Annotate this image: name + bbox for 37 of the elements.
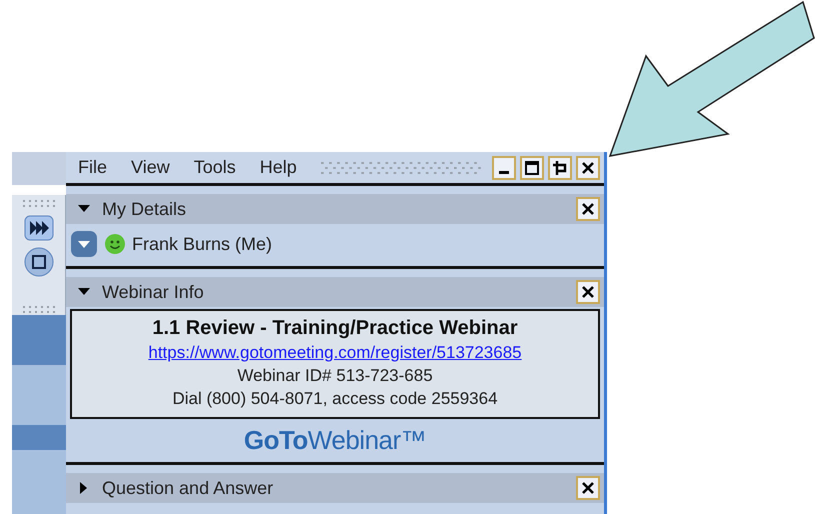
undock-button[interactable] (548, 156, 572, 180)
close-button[interactable] (576, 280, 600, 304)
close-icon (582, 286, 594, 298)
webinar-info-header[interactable]: Webinar Info (66, 277, 604, 307)
webinar-title: 1.1 Review - Training/Practice Webinar (152, 317, 518, 340)
attendee-name: Frank Burns (Me) (132, 234, 272, 254)
close-button[interactable] (576, 197, 600, 221)
grip-icon[interactable] (320, 160, 482, 176)
close-icon (582, 162, 594, 174)
close-icon (582, 203, 594, 215)
dropdown-button-icon[interactable] (70, 230, 98, 258)
my-details-header[interactable]: My Details (66, 194, 604, 224)
undock-icon (553, 160, 567, 174)
menu-item[interactable]: File (78, 157, 108, 178)
maximize-button[interactable] (520, 156, 544, 180)
menu-item[interactable]: Help (260, 157, 297, 178)
menu-item[interactable]: View (131, 157, 170, 178)
close-button[interactable] (576, 156, 600, 180)
fast-forward-icon[interactable] (24, 215, 54, 241)
question-answer-header[interactable]: Question and Answer (66, 473, 604, 503)
close-button[interactable] (576, 476, 600, 500)
grip-icon[interactable] (20, 199, 56, 209)
dial-in-info: Dial (800) 504-8071, access code 2559364 (172, 389, 498, 409)
smiley-icon (104, 233, 126, 255)
maximize-icon (525, 160, 539, 174)
minimize-button[interactable] (492, 156, 516, 180)
section-title: My Details (102, 198, 188, 220)
menu-item[interactable]: Tools (194, 157, 236, 178)
registration-link[interactable]: https://www.gotomeeting.com/register/513723685 (148, 343, 522, 363)
gotowebinar-logo: GoToWebinar™ (242, 424, 428, 457)
section-title: Webinar Info (102, 282, 205, 302)
grip-icon[interactable] (20, 305, 56, 315)
section-title: Question and Answer (102, 478, 274, 498)
minimize-icon (499, 170, 509, 174)
webinar-id: Webinar ID# 513-723-685 (237, 366, 433, 386)
window-icon[interactable] (24, 247, 54, 277)
close-icon (582, 482, 594, 494)
